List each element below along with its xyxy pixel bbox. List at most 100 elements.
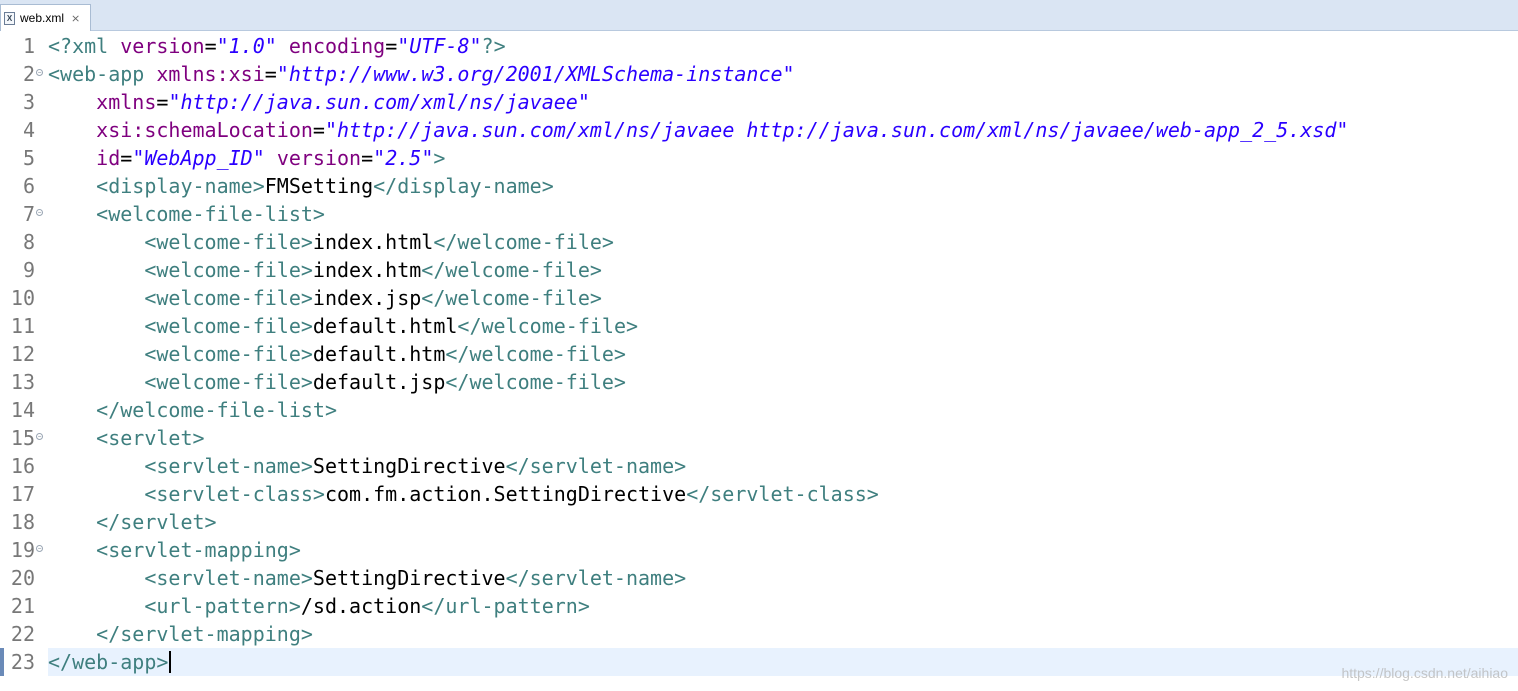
code-token: "http://java.sun.com/xml/ns/javaee" [168, 90, 590, 114]
fold-toggle-icon[interactable]: − [36, 545, 43, 552]
code-token: xmlns [96, 90, 157, 114]
close-icon[interactable]: ⨯ [71, 12, 80, 25]
line-number: 3 [22, 90, 35, 114]
code-token: <servlet> [96, 426, 205, 450]
line-number: 4 [22, 118, 35, 142]
code-line[interactable]: 17 <servlet-class>com.fm.action.SettingD… [0, 480, 1518, 508]
line-number: 19 [10, 538, 35, 562]
code-token: = [264, 62, 277, 86]
watermark: https://blog.csdn.net/aihiao [1341, 665, 1508, 681]
code-line[interactable]: 11 <welcome-file>default.html</welcome-f… [0, 312, 1518, 340]
code-line[interactable]: 12 <welcome-file>default.htm</welcome-fi… [0, 340, 1518, 368]
code-token: </servlet> [96, 510, 217, 534]
code-line[interactable]: 23 </web-app> [0, 648, 1518, 676]
code-token: default.htm [312, 342, 446, 366]
code-token: = [312, 118, 325, 142]
code-text: <url-pattern>/sd.action</url-pattern> [48, 592, 590, 620]
line-number: 21 [10, 594, 35, 618]
fold-toggle-icon[interactable]: − [36, 69, 43, 76]
line-number: 1 [22, 34, 35, 58]
line-number: 14 [10, 398, 35, 422]
line-number: 15 [10, 426, 35, 450]
code-token: "WebApp_ID" [132, 146, 265, 170]
fold-toggle-icon[interactable]: − [36, 433, 43, 440]
code-line[interactable]: 21 <url-pattern>/sd.action</url-pattern> [0, 592, 1518, 620]
tab-web-xml[interactable]: X web.xml ⨯ [0, 4, 91, 31]
code-text: xmlns="http://java.sun.com/xml/ns/javaee… [48, 88, 590, 116]
line-number: 9 [22, 258, 35, 282]
code-token: <servlet-name> [144, 566, 313, 590]
code-token: <welcome-file> [144, 258, 313, 282]
code-token: "http://java.sun.com/xml/ns/javaee http:… [324, 118, 1349, 142]
line-number: 6 [22, 174, 35, 198]
code-token: </welcome-file> [421, 286, 602, 310]
code-token: index.htm [312, 258, 422, 282]
line-number: 8 [22, 230, 35, 254]
line-number: 13 [10, 370, 35, 394]
fold-toggle-icon[interactable]: − [36, 209, 43, 216]
code-text: </servlet-mapping> [48, 620, 313, 648]
code-token: <welcome-file-list> [96, 202, 325, 226]
code-token: xml [72, 34, 121, 58]
code-line[interactable]: 10 <welcome-file>index.jsp</welcome-file… [0, 284, 1518, 312]
code-token: </url-pattern> [421, 594, 590, 618]
code-token: FMSetting [264, 174, 374, 198]
code-line[interactable]: 22 </servlet-mapping> [0, 620, 1518, 648]
code-text: <welcome-file>index.html</welcome-file> [48, 228, 614, 256]
code-line[interactable]: 8 <welcome-file>index.html</welcome-file… [0, 228, 1518, 256]
code-line[interactable]: 2− <web-app xmlns:xsi="http://www.w3.org/… [0, 60, 1518, 88]
code-line[interactable]: 4 xsi:schemaLocation="http://java.sun.co… [0, 116, 1518, 144]
code-line[interactable]: 3 xmlns="http://java.sun.com/xml/ns/java… [0, 88, 1518, 116]
code-line[interactable]: 7− <welcome-file-list> [0, 200, 1518, 228]
code-line[interactable]: 18 </servlet> [0, 508, 1518, 536]
code-line[interactable]: 19− <servlet-mapping> [0, 536, 1518, 564]
code-line[interactable]: 20 <servlet-name>SettingDirective</servl… [0, 564, 1518, 592]
code-token: </servlet-class> [686, 482, 879, 506]
code-line[interactable]: 14 </welcome-file-list> [0, 396, 1518, 424]
code-token: <welcome-file> [144, 342, 313, 366]
code-text: <welcome-file>default.jsp</welcome-file> [48, 368, 626, 396]
code-text: <welcome-file>default.htm</welcome-file> [48, 340, 626, 368]
code-token: version [276, 146, 362, 170]
code-line[interactable]: 13 <welcome-file>default.jsp</welcome-fi… [0, 368, 1518, 396]
code-line[interactable]: 15− <servlet> [0, 424, 1518, 452]
code-token: </servlet-name> [505, 454, 687, 478]
code-token: com.fm.action.SettingDirective [324, 482, 687, 506]
code-token: = [385, 34, 398, 58]
code-token: </welcome-file-list> [96, 398, 337, 422]
code-text: <welcome-file>default.html</welcome-file… [48, 312, 638, 340]
code-token: <welcome-file> [144, 286, 313, 310]
code-token: index.html [312, 230, 434, 254]
code-line[interactable]: 16 <servlet-name>SettingDirective</servl… [0, 452, 1518, 480]
code-token: <web-app [48, 62, 157, 86]
code-line[interactable]: 1 <?xml version="1.0" encoding="UTF-8"?> [0, 32, 1518, 60]
code-line[interactable]: 9 <welcome-file>index.htm</welcome-file> [0, 256, 1518, 284]
line-number: 23 [10, 650, 35, 674]
code-token: <welcome-file> [144, 370, 313, 394]
code-token: </welcome-file> [433, 230, 614, 254]
code-editor[interactable]: 1 <?xml version="1.0" encoding="UTF-8"?> 2… [0, 31, 1518, 691]
xml-file-icon: X [4, 11, 15, 25]
code-line[interactable]: 6 <display-name>FMSetting</display-name> [0, 172, 1518, 200]
code-token: > [433, 146, 446, 170]
code-line[interactable]: 5 id="WebApp_ID" version="2.5"> [0, 144, 1518, 172]
code-token: <display-name> [96, 174, 265, 198]
code-token: xsi:schemaLocation [96, 118, 313, 142]
code-token: = [120, 146, 133, 170]
line-number: 11 [10, 314, 35, 338]
code-token: <? [48, 34, 73, 58]
code-token: <welcome-file> [144, 314, 313, 338]
code-token: index.jsp [312, 286, 422, 310]
code-token: SettingDirective [312, 566, 506, 590]
line-number: 16 [10, 454, 35, 478]
code-token: SettingDirective [312, 454, 506, 478]
code-token: ?> [481, 34, 506, 58]
